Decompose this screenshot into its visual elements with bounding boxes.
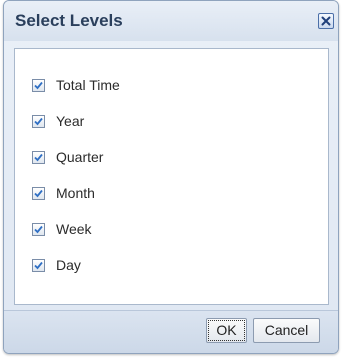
level-label: Total Time xyxy=(56,77,120,93)
checkmark-icon xyxy=(34,261,43,269)
checkmark-icon xyxy=(34,225,43,233)
close-icon xyxy=(321,16,331,26)
level-row-month[interactable]: Month xyxy=(32,182,95,204)
level-label: Year xyxy=(56,113,85,129)
level-checkbox-quarter[interactable] xyxy=(32,150,45,164)
close-button[interactable] xyxy=(318,13,334,29)
level-row-week[interactable]: Week xyxy=(32,218,92,240)
level-row-day[interactable]: Day xyxy=(32,254,81,276)
level-checkbox-week[interactable] xyxy=(32,222,45,236)
dialog-titlebar: Select Levels xyxy=(4,1,338,41)
checkmark-icon xyxy=(34,81,43,89)
dialog-title: Select Levels xyxy=(15,11,123,30)
checkmark-icon xyxy=(34,153,43,161)
cancel-button[interactable]: Cancel xyxy=(253,318,320,343)
level-label: Week xyxy=(56,221,92,237)
checkmark-icon xyxy=(34,117,43,125)
checkmark-icon xyxy=(34,189,43,197)
level-row-quarter[interactable]: Quarter xyxy=(32,146,103,168)
level-label: Day xyxy=(56,257,81,273)
level-checkbox-day[interactable] xyxy=(32,258,45,272)
level-label: Quarter xyxy=(56,149,104,165)
levels-panel: Total Time Year Quarter Month Week Day xyxy=(14,48,329,305)
ok-button-label: OK xyxy=(208,320,245,341)
select-levels-dialog: Select Levels Total Time Year Quarter Mo… xyxy=(3,0,339,354)
level-row-year[interactable]: Year xyxy=(32,110,84,132)
level-checkbox-year[interactable] xyxy=(32,114,45,128)
ok-button[interactable]: OK xyxy=(206,318,247,343)
level-checkbox-total-time[interactable] xyxy=(32,78,45,92)
level-row-total-time[interactable]: Total Time xyxy=(32,74,120,96)
level-label: Month xyxy=(56,185,95,201)
level-checkbox-month[interactable] xyxy=(32,186,45,200)
